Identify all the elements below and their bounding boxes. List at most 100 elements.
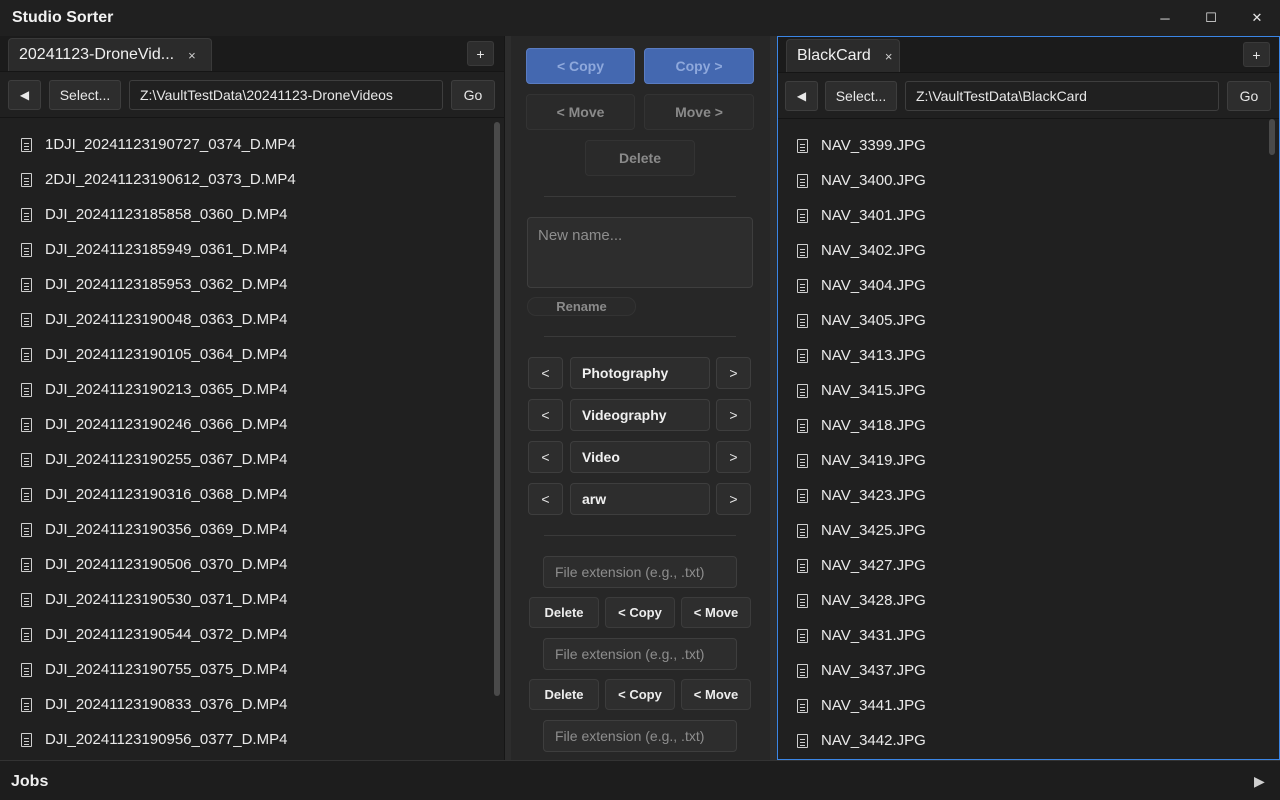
right-file-item[interactable]: NAV_3419.JPG	[778, 443, 1279, 478]
right-file-item[interactable]: NAV_3418.JPG	[778, 408, 1279, 443]
right-file-item[interactable]: NAV_3428.JPG	[778, 583, 1279, 618]
left-file-item[interactable]: DJI_20241123190316_0368_D.MP4	[0, 477, 504, 512]
close-window-button[interactable]: ✕	[1234, 0, 1280, 36]
file-icon	[21, 522, 32, 537]
category-send-right-button[interactable]: >	[716, 357, 751, 389]
minimize-button[interactable]: ─	[1142, 0, 1188, 36]
category-send-left-button[interactable]: <	[528, 441, 563, 473]
move-right-button[interactable]: Move >	[644, 94, 754, 130]
right-file-item[interactable]: NAV_3423.JPG	[778, 478, 1279, 513]
right-file-item[interactable]: NAV_3413.JPG	[778, 338, 1279, 373]
category-field[interactable]: Videography	[570, 399, 710, 431]
title-bar: Studio Sorter ─ ☐ ✕	[0, 0, 1280, 36]
right-file-list[interactable]: NAV_3399.JPG NAV_3400.JPG NAV_3401.JPG NAV_…	[778, 119, 1279, 761]
right-file-item[interactable]: NAV_3437.JPG	[778, 653, 1279, 688]
category-send-left-button[interactable]: <	[528, 357, 563, 389]
file-icon	[797, 488, 808, 503]
ext-copy-left-button[interactable]: < Copy	[605, 597, 675, 628]
right-scrollbar[interactable]	[1269, 119, 1275, 155]
left-file-list[interactable]: 1DJI_20241123190727_0374_D.MP4 2DJI_20241…	[0, 118, 504, 760]
right-tab-close-icon[interactable]: ×	[885, 49, 893, 64]
category-field[interactable]: arw	[570, 483, 710, 515]
right-file-item[interactable]: NAV_3401.JPG	[778, 198, 1279, 233]
ext-copy-left-button[interactable]: < Copy	[605, 679, 675, 710]
left-file-item[interactable]: DJI_20241123185949_0361_D.MP4	[0, 232, 504, 267]
right-select-button[interactable]: Select...	[825, 81, 897, 111]
left-file-item[interactable]: DJI_20241123190255_0367_D.MP4	[0, 442, 504, 477]
ext-delete-button[interactable]: Delete	[529, 597, 599, 628]
right-go-button[interactable]: Go	[1227, 81, 1271, 111]
right-file-item[interactable]: NAV_3402.JPG	[778, 233, 1279, 268]
rename-input[interactable]: New name...	[527, 217, 753, 288]
left-file-item[interactable]: DJI_20241123190956_0377_D.MP4	[0, 722, 504, 757]
right-file-item[interactable]: NAV_3400.JPG	[778, 163, 1279, 198]
left-path-input[interactable]: Z:\VaultTestData\20241123-DroneVideos	[129, 80, 443, 110]
right-file-item[interactable]: NAV_3415.JPG	[778, 373, 1279, 408]
category-send-left-button[interactable]: <	[528, 399, 563, 431]
delete-button[interactable]: Delete	[585, 140, 695, 176]
jobs-bar[interactable]: Jobs ▶	[0, 760, 1280, 800]
left-file-item[interactable]: DJI_20241123190833_0376_D.MP4	[0, 687, 504, 722]
left-tab-close-icon[interactable]: ×	[188, 48, 196, 63]
copy-right-button[interactable]: Copy >	[644, 48, 754, 84]
right-file-item[interactable]: NAV_3442.JPG	[778, 723, 1279, 758]
right-file-item[interactable]: NAV_3405.JPG	[778, 303, 1279, 338]
ext-delete-button[interactable]: Delete	[529, 679, 599, 710]
file-name: DJI_20241123190048_0363_D.MP4	[45, 311, 288, 328]
left-file-item[interactable]: DJI_20241123190246_0366_D.MP4	[0, 407, 504, 442]
file-name: DJI_20241123185949_0361_D.MP4	[45, 241, 288, 258]
file-icon	[797, 173, 808, 188]
file-icon	[21, 592, 32, 607]
right-tab[interactable]: BlackCard ×	[786, 39, 900, 72]
left-file-item[interactable]: 1DJI_20241123190727_0374_D.MP4	[0, 127, 504, 162]
maximize-button[interactable]: ☐	[1188, 0, 1234, 36]
rename-button[interactable]: Rename	[527, 297, 636, 316]
copy-left-button[interactable]: < Copy	[526, 48, 635, 84]
file-icon	[21, 312, 32, 327]
left-go-button[interactable]: Go	[451, 80, 495, 110]
left-file-item[interactable]: 2DJI_20241123190612_0373_D.MP4	[0, 162, 504, 197]
file-extension-input[interactable]: File extension (e.g., .txt)	[543, 638, 737, 670]
right-tab-label: BlackCard	[797, 47, 871, 64]
left-file-item[interactable]: DJI_20241123190755_0375_D.MP4	[0, 652, 504, 687]
right-file-item[interactable]: NAV_3399.JPG	[778, 128, 1279, 163]
category-send-right-button[interactable]: >	[716, 441, 751, 473]
left-file-item[interactable]: DJI_20241123190356_0369_D.MP4	[0, 512, 504, 547]
left-file-item[interactable]: DJI_20241123190048_0363_D.MP4	[0, 302, 504, 337]
left-file-item[interactable]: DJI_20241123185953_0362_D.MP4	[0, 267, 504, 302]
ext-move-left-button[interactable]: < Move	[681, 597, 751, 628]
left-add-tab-button[interactable]: +	[467, 41, 494, 66]
right-file-item[interactable]: NAV_3431.JPG	[778, 618, 1279, 653]
category-send-right-button[interactable]: >	[716, 399, 751, 431]
left-tab[interactable]: 20241123-DroneVid... ×	[8, 38, 212, 71]
right-file-item[interactable]: NAV_3441.JPG	[778, 688, 1279, 723]
file-icon	[797, 208, 808, 223]
left-file-item[interactable]: DJI_20241123190544_0372_D.MP4	[0, 617, 504, 652]
left-file-item[interactable]: DJI_20241123190213_0365_D.MP4	[0, 372, 504, 407]
category-send-left-button[interactable]: <	[528, 483, 563, 515]
category-field[interactable]: Video	[570, 441, 710, 473]
ext-move-left-button[interactable]: < Move	[681, 679, 751, 710]
file-extension-input[interactable]: File extension (e.g., .txt)	[543, 556, 737, 588]
right-back-button[interactable]: ◀	[785, 81, 818, 111]
left-select-button[interactable]: Select...	[49, 80, 121, 110]
left-scrollbar[interactable]	[494, 122, 500, 696]
left-file-item[interactable]: DJI_20241123185858_0360_D.MP4	[0, 197, 504, 232]
right-splitter[interactable]	[770, 36, 777, 760]
jobs-label: Jobs	[11, 773, 49, 790]
right-file-item[interactable]: NAV_3425.JPG	[778, 513, 1279, 548]
category-send-right-button[interactable]: >	[716, 483, 751, 515]
left-file-item[interactable]: DJI_20241123190105_0364_D.MP4	[0, 337, 504, 372]
expand-jobs-icon[interactable]: ▶	[1254, 773, 1265, 790]
right-file-item[interactable]: NAV_3404.JPG	[778, 268, 1279, 303]
right-add-tab-button[interactable]: +	[1243, 42, 1270, 67]
move-left-button[interactable]: < Move	[526, 94, 635, 130]
left-back-button[interactable]: ◀	[8, 80, 41, 110]
file-extension-input[interactable]: File extension (e.g., .txt)	[543, 720, 737, 752]
left-file-item[interactable]: DJI_20241123190506_0370_D.MP4	[0, 547, 504, 582]
left-file-item[interactable]: DJI_20241123190530_0371_D.MP4	[0, 582, 504, 617]
category-field[interactable]: Photography	[570, 357, 710, 389]
file-name: NAV_3399.JPG	[821, 137, 926, 154]
right-path-input[interactable]: Z:\VaultTestData\BlackCard	[905, 81, 1219, 111]
right-file-item[interactable]: NAV_3427.JPG	[778, 548, 1279, 583]
